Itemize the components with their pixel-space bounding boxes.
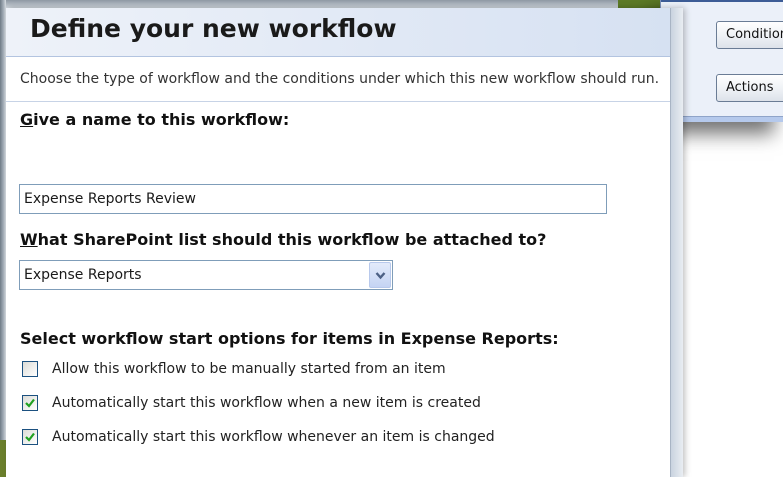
page-title: Define your new workflow: [30, 14, 397, 43]
dialog-description: Choose the type of workflow and the cond…: [20, 71, 660, 87]
manual-start-checkbox[interactable]: [22, 361, 38, 377]
start-on-create-label[interactable]: Automatically start this workflow when a…: [52, 394, 481, 413]
checkmark-icon: [25, 432, 35, 442]
checkmark-icon: [25, 398, 35, 408]
workflow-name-label: Give a name to this workflow:: [20, 110, 289, 129]
section-divider: [6, 101, 670, 102]
actions-button[interactable]: Actions: [716, 74, 783, 102]
background-window-top: [0, 0, 620, 8]
sharepoint-list-select[interactable]: Expense Reports: [19, 260, 393, 290]
dialog-header: Define your new workflow: [6, 8, 670, 57]
screen: Conditions Actions Define your new workf…: [0, 0, 783, 477]
start-options-heading: Select workflow start options for items …: [20, 329, 559, 348]
attach-list-label-text: hat SharePoint list should this workflow…: [37, 230, 547, 249]
dialog-right-edge: [670, 8, 683, 477]
manual-start-label[interactable]: Allow this workflow to be manually start…: [52, 360, 446, 379]
start-on-change-checkbox[interactable]: [22, 429, 38, 445]
start-on-change-label[interactable]: Automatically start this workflow whenev…: [52, 428, 495, 447]
workflow-name-input[interactable]: Expense Reports Review: [19, 184, 607, 214]
dropdown-button[interactable]: [369, 262, 391, 288]
workflow-name-label-accelerator: G: [20, 110, 34, 129]
chevron-down-icon: [375, 272, 386, 280]
attach-list-label-accelerator: W: [20, 230, 38, 249]
conditions-button[interactable]: Conditions: [716, 21, 783, 49]
background-dialog-topbar: [661, 0, 783, 2]
sharepoint-list-selected-value: Expense Reports: [24, 267, 142, 283]
attach-list-label: What SharePoint list should this workflo…: [20, 230, 546, 249]
start-on-create-checkbox[interactable]: [22, 395, 38, 411]
define-workflow-dialog: Define your new workflow Choose the type…: [6, 8, 683, 477]
workflow-name-label-text: ive a name to this workflow:: [33, 110, 290, 129]
